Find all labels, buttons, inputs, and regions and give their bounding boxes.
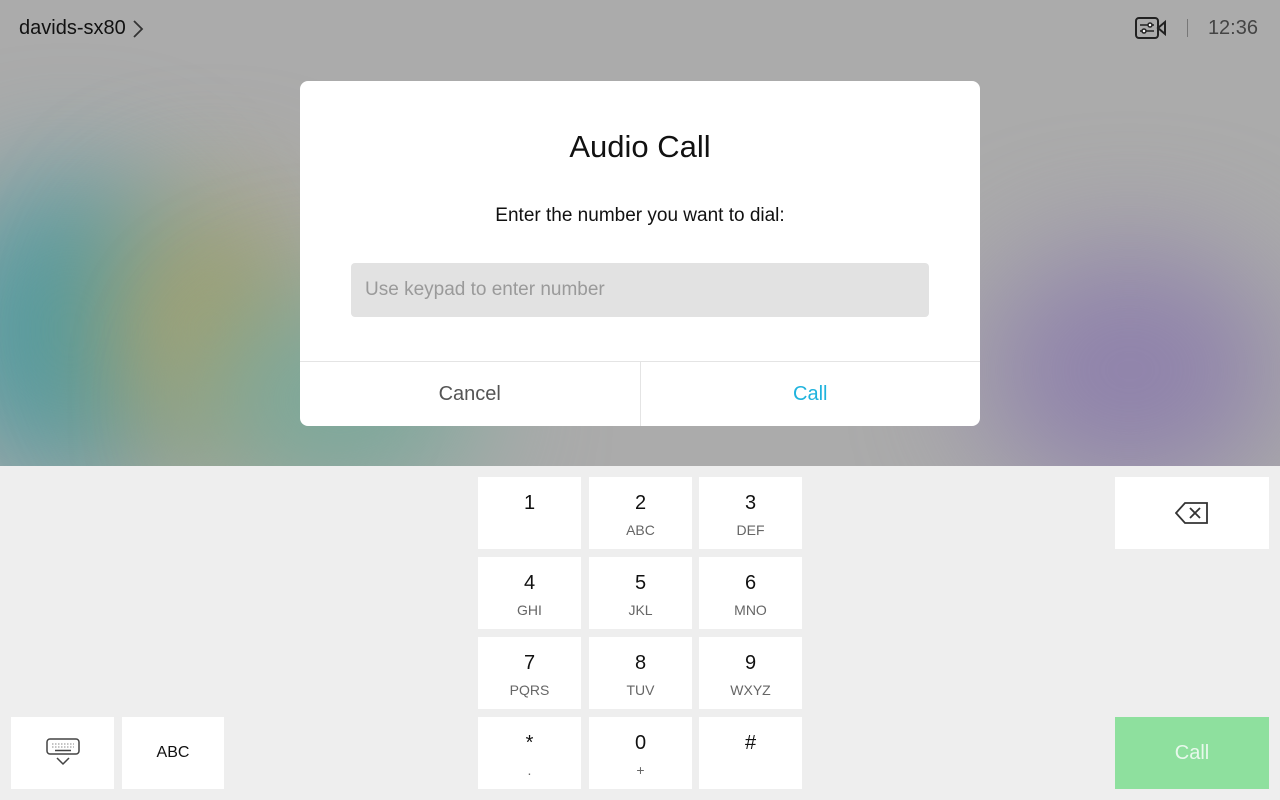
- key-digit: 8: [634, 652, 647, 674]
- top-bar: davids-sx80 12:36: [0, 0, 1280, 60]
- key-letters: MNO: [734, 602, 767, 618]
- keypad-key[interactable]: *.: [478, 717, 581, 789]
- key-digit: 9: [744, 652, 757, 674]
- number-input[interactable]: [351, 263, 929, 317]
- backspace-icon: [1175, 502, 1208, 524]
- key-letters: PQRS: [509, 682, 550, 698]
- key-letters: WXYZ: [730, 682, 771, 698]
- key-digit: 2: [634, 492, 647, 514]
- divider: [1186, 19, 1188, 37]
- chevron-right-icon: [133, 19, 143, 38]
- key-letters: DEF: [736, 522, 765, 538]
- keypad-key[interactable]: 0 +: [589, 717, 692, 789]
- key-letters: ABC: [626, 522, 655, 538]
- device-name: davids-sx80: [19, 17, 126, 39]
- key-letters: +: [636, 762, 645, 778]
- camera-settings-icon[interactable]: [1134, 16, 1167, 40]
- keypad-key[interactable]: 4 GHI: [478, 557, 581, 629]
- keypad-key[interactable]: 2 ABC: [589, 477, 692, 549]
- call-button[interactable]: Call: [1115, 717, 1269, 789]
- dialog-call-button[interactable]: Call: [641, 362, 981, 426]
- dialog-title: Audio Call: [569, 129, 711, 164]
- key-digit: 5: [634, 572, 647, 594]
- keypad-key[interactable]: #: [699, 717, 802, 789]
- keypad-key[interactable]: 8 TUV: [589, 637, 692, 709]
- key-letters: GHI: [517, 602, 542, 618]
- key-digit: 4: [523, 572, 536, 594]
- key-digit: 1: [523, 492, 536, 514]
- audio-call-dialog: Audio Call Enter the number you want to …: [300, 81, 980, 426]
- key-digit: 6: [744, 572, 757, 594]
- key-digit: 0: [634, 732, 647, 754]
- keyboard-toggle-button[interactable]: [11, 717, 114, 789]
- abc-button[interactable]: ABC: [122, 717, 224, 789]
- keyboard-icon: [45, 738, 80, 766]
- keypad-key[interactable]: 1: [478, 477, 581, 549]
- key-digit: #: [744, 732, 757, 754]
- device-name-button[interactable]: davids-sx80: [19, 17, 144, 40]
- key-letters: TUV: [626, 682, 655, 698]
- keypad-key[interactable]: 6 MNO: [699, 557, 802, 629]
- dialog-prompt: Enter the number you want to dial:: [495, 205, 785, 226]
- keypad-key[interactable]: 9 WXYZ: [699, 637, 802, 709]
- key-digit: *: [525, 732, 534, 754]
- keypad-key[interactable]: 5 JKL: [589, 557, 692, 629]
- key-digit: 7: [523, 652, 536, 674]
- key-letters: .: [527, 762, 532, 778]
- backspace-button[interactable]: [1115, 477, 1269, 549]
- key-letters: JKL: [628, 602, 653, 618]
- keypad-key[interactable]: 3 DEF: [699, 477, 802, 549]
- clock: 12:36: [1207, 16, 1258, 39]
- keypad-key[interactable]: 7 PQRS: [478, 637, 581, 709]
- key-digit: 3: [744, 492, 757, 514]
- cancel-button[interactable]: Cancel: [300, 362, 641, 426]
